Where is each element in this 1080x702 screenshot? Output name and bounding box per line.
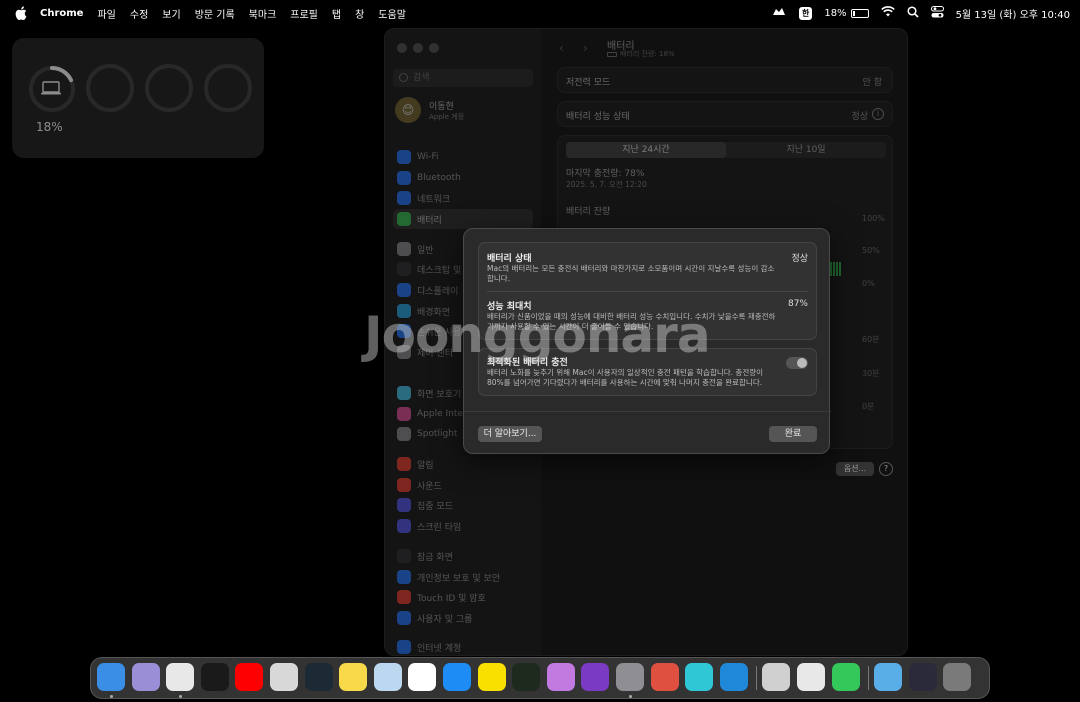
search-icon[interactable] xyxy=(907,5,919,21)
input-source-badge[interactable]: 한 xyxy=(798,6,813,20)
menu-bar: Chrome 파일 수정 보기 방문 기록 북마크 프로필 탭 창 도움말 한 … xyxy=(0,0,1080,26)
battery-fill xyxy=(852,10,856,16)
capacity-value: 87% xyxy=(787,299,808,309)
divider xyxy=(487,291,808,292)
divider xyxy=(464,411,831,412)
dock-divider xyxy=(868,666,870,690)
learn-more-button[interactable]: 더 알아보기... xyxy=(478,426,542,442)
app2-icon[interactable] xyxy=(581,663,610,691)
menu-file[interactable]: 파일 xyxy=(97,6,115,21)
dock-divider xyxy=(756,666,758,690)
optimized-charging-toggle[interactable] xyxy=(786,357,808,369)
dock xyxy=(90,657,990,699)
network-icon[interactable] xyxy=(797,663,825,691)
league-icon[interactable] xyxy=(304,663,333,691)
options-button[interactable]: 옵션... xyxy=(836,462,874,476)
battery-status[interactable]: 18% xyxy=(824,7,869,19)
calculator-icon[interactable] xyxy=(762,663,791,691)
netflix-icon[interactable] xyxy=(200,663,229,691)
menu-bookmarks[interactable]: 북마크 xyxy=(249,6,277,21)
battery-percent: 18% xyxy=(824,7,847,19)
active-app-name[interactable]: Chrome xyxy=(40,8,83,19)
health-title: 배터리 상태 xyxy=(487,254,532,264)
watermark: Joonggonara xyxy=(364,306,711,364)
app-status-icon[interactable] xyxy=(771,6,787,21)
kakaotalk-icon[interactable] xyxy=(477,663,506,691)
facetime-icon[interactable] xyxy=(831,663,860,691)
optimized-charging-description: 배터리 노화를 늦추기 위해 Mac이 사용자의 일상적인 충전 패턴을 학습합… xyxy=(487,368,764,387)
chatgpt-icon[interactable] xyxy=(408,663,437,691)
trash-icon[interactable] xyxy=(943,663,972,691)
battery-icon xyxy=(850,8,869,18)
mouse-icon[interactable] xyxy=(373,663,402,691)
finder-icon[interactable] xyxy=(97,663,125,691)
window-icon[interactable] xyxy=(908,663,937,691)
done-button[interactable]: 완료 xyxy=(769,426,817,442)
health-value: 정상 xyxy=(791,254,808,264)
app-store-icon[interactable] xyxy=(443,663,471,691)
iphone-mirroring-icon[interactable] xyxy=(650,663,679,691)
menu-help[interactable]: 도움말 xyxy=(378,6,406,21)
notes-icon[interactable] xyxy=(339,663,368,691)
running-indicator xyxy=(178,695,182,698)
health-description: Mac의 배터리는 모든 충전식 배터리와 마찬가지로 소모품이며 시간이 지날… xyxy=(487,264,775,283)
menu-window[interactable]: 창 xyxy=(355,6,364,21)
activity-monitor-icon[interactable] xyxy=(512,663,541,691)
audio-icon[interactable] xyxy=(546,663,575,691)
menu-profiles[interactable]: 프로필 xyxy=(290,6,318,21)
menu-edit[interactable]: 수정 xyxy=(130,6,148,21)
control-center-icon[interactable] xyxy=(930,5,944,21)
running-indicator xyxy=(628,695,632,698)
downloads-folder-icon[interactable] xyxy=(874,663,903,691)
toggle-knob xyxy=(797,358,807,368)
youtube-icon[interactable] xyxy=(235,663,264,691)
menu-history[interactable]: 방문 기록 xyxy=(195,6,235,21)
vscode-icon[interactable] xyxy=(719,663,748,691)
system-settings-icon[interactable] xyxy=(616,663,644,691)
running-indicator xyxy=(109,695,113,698)
worlds-icon[interactable] xyxy=(685,663,714,691)
help-button[interactable]: ? xyxy=(879,462,893,476)
wifi-icon[interactable] xyxy=(880,6,895,20)
apple-menu-icon[interactable] xyxy=(14,6,28,20)
menu-tab[interactable]: 탭 xyxy=(332,6,341,21)
clock[interactable]: 5월 13일 (화) 오후 10:40 xyxy=(956,6,1070,21)
chrome-icon[interactable] xyxy=(166,663,195,691)
menu-view[interactable]: 보기 xyxy=(162,6,180,21)
app-icon[interactable] xyxy=(270,663,298,691)
launchpad-icon[interactable] xyxy=(131,663,160,691)
